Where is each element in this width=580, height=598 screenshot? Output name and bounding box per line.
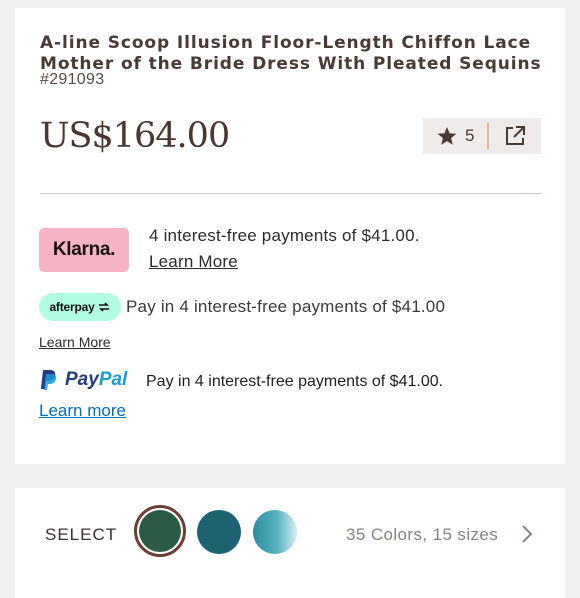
color-swatch-teal[interactable] (197, 510, 241, 554)
variant-summary[interactable]: 35 Colors, 15 sizes (346, 525, 498, 545)
color-swatch-dark-green (139, 510, 181, 552)
product-info-card: A-line Scoop Illusion Floor-Length Chiff… (15, 8, 565, 464)
afterpay-logo: afterpay (39, 293, 121, 321)
rating-button[interactable]: 5 (423, 126, 487, 146)
paypal-text: Pay in 4 interest-free payments of $41.0… (146, 373, 444, 390)
afterpay-text: Pay in 4 interest-free payments of $41.0… (126, 297, 446, 316)
product-title: A-line Scoop Illusion Floor-Length Chiff… (40, 33, 542, 74)
section-divider (40, 193, 541, 194)
share-icon (506, 126, 525, 145)
paypal-logo: Pay Pal (39, 369, 127, 391)
share-button[interactable] (489, 126, 541, 146)
color-swatch-light-blue[interactable] (253, 510, 297, 554)
product-sku: #291093 (40, 71, 105, 88)
star-icon (437, 126, 457, 145)
afterpay-learn-more-link[interactable]: Learn More (39, 334, 111, 350)
klarna-learn-more-link[interactable]: Learn More (149, 252, 238, 272)
select-label: SELECT (45, 525, 118, 544)
variant-select-card[interactable]: SELECT 35 Colors, 15 sizes (15, 488, 565, 598)
klarna-text: 4 interest-free payments of $41.00. (149, 226, 420, 245)
product-actions: 5 (423, 118, 541, 154)
klarna-logo: Klarna. (39, 228, 129, 272)
paypal-logo-part1: Pay (65, 369, 99, 390)
color-swatch-selected[interactable] (134, 505, 186, 557)
chevron-right-icon[interactable] (520, 524, 534, 544)
afterpay-arrows-icon (98, 302, 109, 312)
paypal-p-icon (41, 370, 57, 390)
product-price: US$164.00 (40, 116, 230, 156)
paypal-logo-part2: Pal (98, 369, 128, 390)
afterpay-logo-text: afterpay (49, 300, 95, 314)
paypal-learn-more-link[interactable]: Learn more (39, 401, 126, 421)
rating-count: 5 (465, 126, 475, 145)
